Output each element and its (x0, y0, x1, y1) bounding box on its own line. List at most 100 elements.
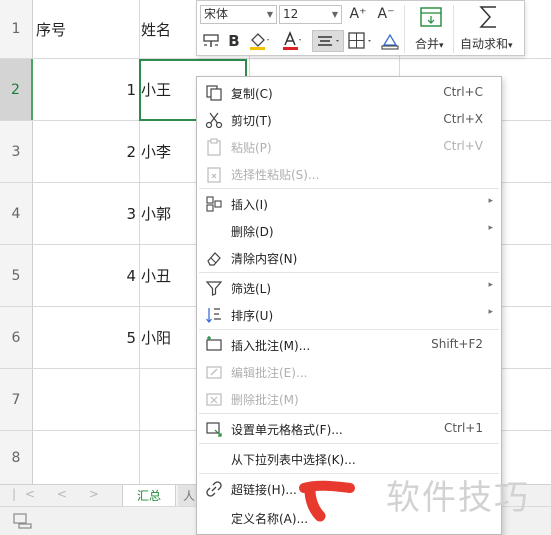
sigma-icon[interactable] (477, 4, 501, 30)
menu-item-clear-contents[interactable]: 清除内容(N) (197, 244, 501, 271)
menu-item-label: 筛选(L) (231, 282, 272, 296)
menu-item-paste[interactable]: 粘贴(P) Ctrl+V (197, 133, 501, 160)
filter-icon (205, 281, 223, 296)
fill-color-icon[interactable] (248, 31, 270, 51)
menu-separator (199, 272, 499, 273)
insert-icon (206, 196, 222, 212)
edit-comment-icon (206, 366, 222, 379)
sheet-tab-active[interactable]: 汇总 (122, 485, 176, 506)
copy-icon (206, 85, 222, 101)
menu-separator (199, 188, 499, 189)
watermark-text: 软件技巧 (386, 478, 530, 518)
bold-label: B (228, 32, 240, 50)
menu-item-label: 删除批注(M) (231, 393, 299, 407)
autosum-label: 自动求和 (460, 37, 509, 51)
font-size-value: 12 (283, 7, 299, 21)
menu-item-insert[interactable]: 插入(I) ▸ (197, 190, 501, 217)
hyperlink-icon (206, 481, 222, 497)
cell-a1[interactable]: 序号 (34, 0, 140, 58)
menu-item-shortcut: Shift+F2 (431, 337, 483, 351)
menu-item-label: 清除内容(N) (231, 252, 298, 266)
paste-icon (207, 138, 221, 156)
font-color-icon[interactable] (281, 31, 303, 51)
cell-a5[interactable]: 4 (34, 245, 140, 306)
autosum-button[interactable]: 自动求和▾ (460, 35, 513, 52)
cell-a8[interactable] (34, 431, 140, 484)
font-name-select[interactable]: 宋体 ▼ (200, 5, 277, 24)
grow-font-button[interactable]: A⁺ (347, 4, 369, 24)
menu-item-label: 复制(C) (231, 87, 273, 101)
mini-toolbar: 宋体 ▼ 12 ▼ A⁺ A⁻ B 合并▾ 自动求和▾ (196, 0, 525, 56)
chevron-down-icon: ▾ (508, 41, 513, 51)
shrink-font-icon: A⁻ (377, 6, 395, 22)
chevron-down-icon: ▼ (331, 10, 338, 19)
row-header[interactable]: 2 (0, 59, 33, 120)
chevron-down-icon: ▾ (439, 41, 444, 51)
toolbar-separator (453, 5, 454, 53)
menu-item-insert-comment[interactable]: 插入批注(M)... Shift+F2 (197, 331, 501, 358)
submenu-arrow-icon: ▸ (488, 307, 493, 317)
menu-item-delete-comment[interactable]: 删除批注(M) (197, 385, 501, 412)
submenu-arrow-icon: ▸ (488, 223, 493, 233)
align-center-icon (318, 36, 339, 46)
font-name-value: 宋体 (204, 7, 229, 21)
annotation-arrow-icon (299, 480, 355, 522)
menu-item-edit-comment[interactable]: 编辑批注(E)... (197, 358, 501, 385)
grow-font-icon: A⁺ (349, 6, 367, 22)
menu-item-label: 选择性粘贴(S)... (231, 168, 320, 182)
menu-item-shortcut: Ctrl+X (443, 112, 483, 126)
menu-item-filter[interactable]: 筛选(L) ▸ (197, 274, 501, 301)
menu-item-label: 粘贴(P) (231, 141, 272, 155)
shrink-font-button[interactable]: A⁻ (375, 4, 397, 24)
menu-separator (199, 413, 499, 414)
menu-item-cut[interactable]: 剪切(T) Ctrl+X (197, 106, 501, 133)
menu-item-label: 插入(I) (231, 198, 268, 212)
macro-record-icon[interactable] (13, 513, 33, 529)
menu-item-label: 超链接(H)... (231, 483, 297, 497)
row-header[interactable]: 8 (0, 431, 33, 484)
menu-item-copy[interactable]: 复制(C) Ctrl+C (197, 79, 501, 106)
format-painter-icon[interactable] (202, 32, 220, 50)
align-center-button[interactable] (312, 30, 344, 52)
merge-icon[interactable] (419, 5, 443, 29)
row-header[interactable]: 7 (0, 369, 33, 430)
menu-item-format-cells[interactable]: 设置单元格格式(F)... Ctrl+1 (197, 415, 501, 442)
bold-button[interactable]: B (225, 32, 243, 50)
merge-button[interactable]: 合并▾ (415, 35, 444, 52)
menu-item-shortcut: Ctrl+V (443, 139, 483, 153)
menu-item-delete[interactable]: 删除(D) ▸ (197, 217, 501, 244)
row-header[interactable]: 1 (0, 0, 33, 58)
insert-comment-icon (206, 336, 222, 351)
cell-a3[interactable]: 2 (34, 121, 140, 182)
menu-item-label: 编辑批注(E)... (231, 366, 308, 380)
row-header[interactable]: 5 (0, 245, 33, 306)
cell-a7[interactable] (34, 369, 140, 430)
menu-item-label: 排序(U) (231, 309, 274, 323)
row-header[interactable]: 4 (0, 183, 33, 244)
submenu-arrow-icon: ▸ (488, 280, 493, 290)
delete-comment-icon (206, 393, 222, 406)
menu-item-paste-special[interactable]: 选择性粘贴(S)... (197, 160, 501, 187)
menu-item-label: 插入批注(M)... (231, 339, 311, 353)
paste-special-icon (207, 167, 221, 183)
cell-a6[interactable]: 5 (34, 307, 140, 368)
font-size-select[interactable]: 12 ▼ (279, 5, 342, 24)
format-cells-icon (206, 422, 222, 437)
chevron-down-icon: ▼ (266, 10, 273, 19)
menu-item-sort[interactable]: 排序(U) ▸ (197, 301, 501, 328)
cell-a2[interactable]: 1 (34, 59, 140, 120)
menu-separator (199, 329, 499, 330)
row-header[interactable]: 6 (0, 307, 33, 368)
menu-separator (199, 443, 499, 444)
borders-icon[interactable] (347, 31, 375, 51)
menu-item-shortcut: Ctrl+1 (443, 421, 483, 435)
row-header[interactable]: 3 (0, 121, 33, 182)
toolbar-separator (404, 5, 405, 53)
submenu-arrow-icon: ▸ (488, 196, 493, 206)
menu-item-shortcut: Ctrl+C (443, 85, 483, 99)
eraser-icon (207, 252, 221, 266)
cell-a4[interactable]: 3 (34, 183, 140, 244)
menu-item-label: 删除(D) (231, 225, 274, 239)
clear-icon[interactable] (380, 31, 400, 51)
menu-item-label: 设置单元格格式(F)... (231, 423, 343, 437)
